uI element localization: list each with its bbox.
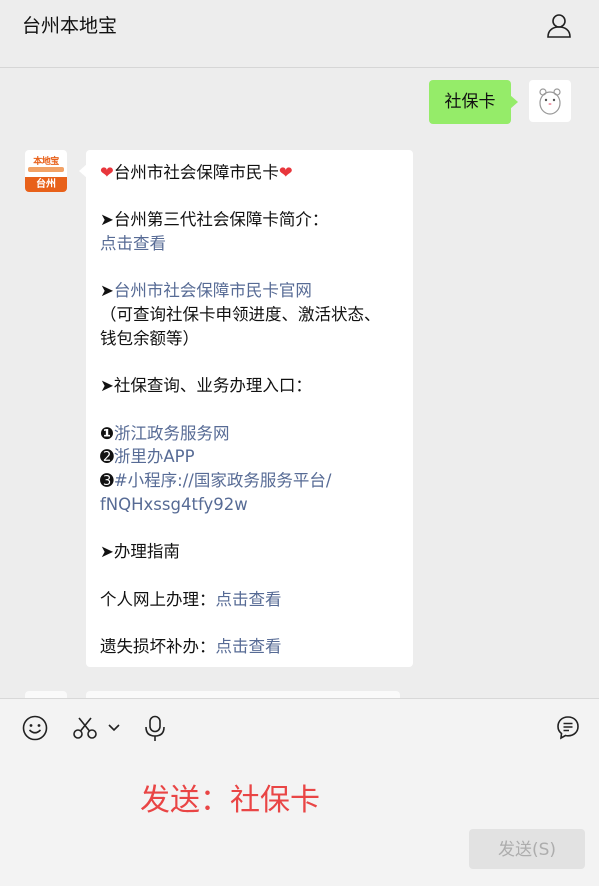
- replacement-guide-link[interactable]: 点击查看: [216, 637, 282, 656]
- next-message-avatar: [25, 691, 67, 698]
- heart-icon: ❤: [100, 163, 114, 182]
- outgoing-message[interactable]: 社保卡: [429, 80, 518, 124]
- number-3-icon: ➌: [100, 471, 114, 491]
- official-site-note: （可查询社保卡申领进度、激活状态、: [100, 305, 381, 325]
- zheliban-app-link[interactable]: 浙里办APP: [114, 447, 195, 466]
- section-entry-label: ➤社保查询、业务办理入口：: [100, 376, 312, 396]
- chat-title: 台州本地宝: [22, 15, 118, 37]
- heart-icon: ❤: [278, 163, 293, 182]
- emoji-icon[interactable]: [22, 715, 48, 741]
- message-title-line: ❤台州市社会保障市民卡❤: [100, 161, 399, 185]
- number-1-icon: ❶: [100, 423, 114, 443]
- bot-avatar[interactable]: 本地宝 台州: [25, 150, 67, 192]
- screenshot-scissors-icon[interactable]: [72, 715, 98, 741]
- avatar-logo-stripe: [28, 167, 64, 172]
- hamster-avatar-icon: [539, 88, 561, 115]
- zhejiang-gov-link[interactable]: 浙江政务服务网: [114, 424, 230, 443]
- mini-program-link[interactable]: #小程序://国家政务服务平台/: [114, 471, 332, 490]
- number-2-icon: ➋: [100, 447, 114, 467]
- send-button[interactable]: 发送(S): [469, 829, 585, 869]
- chat-history-icon[interactable]: [556, 715, 580, 741]
- message-list[interactable]: 社保卡 本地宝 台州 ❤台州市社会保障市民卡❤ ➤台州第三代社会保障卡简介： 点…: [0, 68, 599, 698]
- section-guide-label: ➤办理指南: [100, 542, 180, 562]
- mini-program-link-cont[interactable]: fNQHxssg4tfy92w: [100, 495, 248, 514]
- avatar-city-label: 台州: [25, 177, 67, 192]
- chat-header: 台州本地宝: [0, 0, 599, 68]
- replacement-guide-label: 遗失损坏补办：: [100, 636, 216, 656]
- input-area: 发送：社保卡 发送(S): [0, 698, 599, 886]
- user-icon[interactable]: [546, 12, 572, 38]
- online-guide-link[interactable]: 点击查看: [216, 590, 282, 609]
- chevron-down-icon[interactable]: [107, 723, 121, 733]
- online-guide-label: 个人网上办理：: [100, 589, 216, 609]
- incoming-message[interactable]: ❤台州市社会保障市民卡❤ ➤台州第三代社会保障卡简介： 点击查看 ➤台州市社会保…: [79, 150, 413, 667]
- section-intro-label: ➤台州第三代社会保障卡简介：: [100, 210, 329, 230]
- intro-link[interactable]: 点击查看: [100, 234, 166, 253]
- message-title: 台州市社会保障市民卡: [113, 163, 279, 182]
- official-site-link[interactable]: 台州市社会保障市民卡官网: [114, 281, 312, 300]
- self-avatar[interactable]: [529, 80, 571, 122]
- microphone-icon[interactable]: [143, 715, 167, 743]
- official-site-note-cont: 钱包余额等）: [100, 328, 199, 348]
- message-input[interactable]: 发送：社保卡: [140, 775, 320, 819]
- next-message-bubble: [86, 691, 400, 698]
- arrow-icon: ➤: [100, 281, 114, 301]
- avatar-logo-text: 本地宝: [33, 157, 59, 167]
